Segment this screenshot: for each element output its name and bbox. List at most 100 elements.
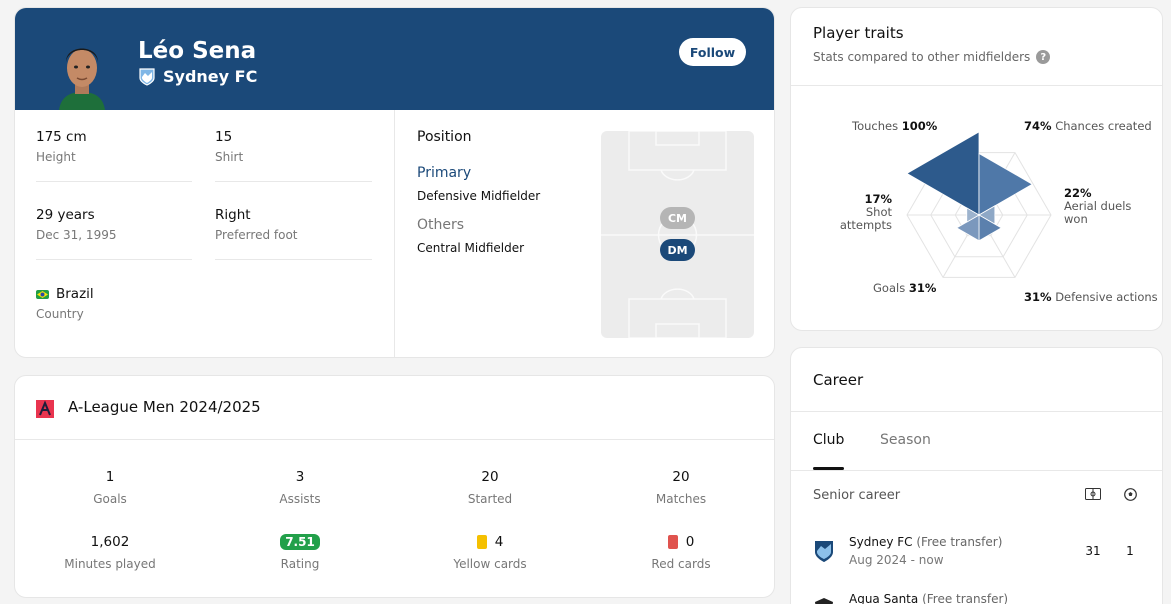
league-stats-card: A-League Men 2024/2025 1 Goals 3 Assists… bbox=[14, 375, 775, 598]
rating-label: Rating bbox=[280, 557, 320, 571]
career-card: Career Club Season Senior career Sydney … bbox=[790, 347, 1163, 604]
traits-radar-chart bbox=[906, 131, 1052, 278]
player-photo bbox=[53, 34, 111, 110]
trait-shots-value: 17% bbox=[864, 192, 892, 206]
country-label: Country bbox=[36, 307, 84, 321]
tab-season[interactable]: Season bbox=[880, 432, 931, 448]
red-cards-label: Red cards bbox=[651, 557, 711, 571]
height-label: Height bbox=[36, 150, 76, 164]
tab-club[interactable]: Club bbox=[813, 432, 844, 448]
primary-label: Primary bbox=[417, 165, 472, 181]
agua-santa-crest-icon bbox=[815, 598, 833, 604]
divider bbox=[15, 439, 774, 440]
matches-value: 20 bbox=[672, 469, 690, 485]
divider bbox=[394, 110, 395, 357]
stat-minutes: 1,602 Minutes played bbox=[40, 533, 180, 571]
shirt-value: 15 bbox=[215, 129, 233, 145]
matches-label: Matches bbox=[655, 492, 707, 506]
trait-touches-name: Touches bbox=[852, 119, 899, 133]
red-cards-value: 0 bbox=[685, 534, 695, 550]
career-club-name: Agua Santa bbox=[849, 592, 919, 604]
stat-assists: 3 Assists bbox=[230, 468, 370, 506]
country-value: Brazil bbox=[56, 286, 94, 302]
trait-chances-name: Chances created bbox=[1055, 119, 1152, 133]
yellow-card-icon bbox=[476, 535, 487, 549]
trait-aerial-value: 22% bbox=[1064, 186, 1092, 200]
career-transfer-note: (Free transfer) bbox=[922, 592, 1009, 604]
trait-defensive-value: 31% bbox=[1024, 290, 1052, 304]
badge-cm-label: CM bbox=[668, 212, 687, 225]
player-name: Léo Sena bbox=[138, 38, 257, 64]
career-row[interactable]: Agua Santa (Free transfer) bbox=[791, 592, 1162, 604]
position-pitch: CM DM bbox=[601, 131, 754, 338]
career-club: Sydney FC (Free transfer) bbox=[849, 535, 1002, 549]
stat-matches: 20 Matches bbox=[611, 468, 751, 506]
trait-goals: Goals 31% bbox=[873, 281, 937, 295]
minutes-value: 1,602 bbox=[90, 534, 130, 550]
career-club: Agua Santa (Free transfer) bbox=[849, 592, 1008, 604]
others-label: Others bbox=[417, 217, 465, 233]
trait-goals-value: 31% bbox=[908, 281, 937, 295]
stat-country: Brazil Country bbox=[36, 286, 94, 321]
follow-button[interactable]: Follow bbox=[679, 38, 746, 66]
career-goals: 1 bbox=[1126, 544, 1134, 558]
assists-label: Assists bbox=[279, 492, 321, 506]
goals-ball-icon bbox=[1124, 488, 1137, 501]
rating-badge: 7.51 bbox=[280, 534, 320, 550]
trait-chances-value: 74% bbox=[1024, 119, 1052, 133]
stat-age: 29 years Dec 31, 1995 bbox=[36, 207, 116, 242]
player-traits-card: Player traits Stats compared to other mi… bbox=[790, 7, 1163, 331]
trait-defensive-name: Defensive actions bbox=[1055, 290, 1158, 304]
trait-aerial-name: Aerial duels won bbox=[1064, 199, 1132, 227]
career-apps: 31 bbox=[1085, 544, 1101, 558]
divider bbox=[36, 181, 192, 182]
club-name: Sydney FC bbox=[163, 67, 258, 86]
career-dates: Aug 2024 - now bbox=[849, 553, 944, 567]
a-league-logo-icon bbox=[36, 400, 54, 418]
stat-red-cards: 0 Red cards bbox=[611, 533, 751, 571]
minutes-label: Minutes played bbox=[64, 557, 156, 571]
appearances-icon bbox=[1085, 488, 1101, 500]
other-position: Central Midfielder bbox=[417, 241, 525, 255]
stat-shirt: 15 Shirt bbox=[215, 129, 243, 164]
shirt-label: Shirt bbox=[215, 150, 244, 164]
trait-defensive: 31% Defensive actions bbox=[1024, 290, 1158, 304]
stat-rating: 7.51 Rating bbox=[230, 533, 370, 571]
trait-chances: 74% Chances created bbox=[1024, 119, 1152, 133]
sydney-fc-crest-icon bbox=[139, 67, 155, 86]
sydney-fc-crest-icon bbox=[815, 541, 833, 562]
height-value: 175 cm bbox=[36, 129, 87, 145]
birthdate-label: Dec 31, 1995 bbox=[36, 228, 117, 242]
stat-height: 175 cm Height bbox=[36, 129, 87, 164]
career-row[interactable]: Sydney FC (Free transfer) Aug 2024 - now… bbox=[791, 535, 1162, 575]
radar-sector-1 bbox=[906, 131, 980, 216]
divider bbox=[791, 470, 1162, 471]
trait-shots-name: Shot attempts bbox=[839, 205, 892, 233]
trait-touches: Touches 100% bbox=[852, 119, 937, 133]
foot-label: Preferred foot bbox=[215, 228, 298, 242]
yellow-cards-label: Yellow cards bbox=[453, 557, 527, 571]
brazil-flag-icon bbox=[36, 289, 49, 299]
league-title[interactable]: A-League Men 2024/2025 bbox=[68, 398, 261, 416]
divider bbox=[215, 259, 372, 260]
stat-foot: Right Preferred foot bbox=[215, 207, 298, 242]
divider bbox=[215, 181, 372, 182]
trait-aerial: 22% Aerial duels won bbox=[1064, 186, 1154, 227]
divider bbox=[36, 259, 192, 260]
goals-value: 1 bbox=[105, 469, 115, 485]
age-value: 29 years bbox=[36, 207, 95, 223]
badge-dm-label: DM bbox=[667, 244, 687, 257]
divider bbox=[791, 411, 1162, 412]
started-label: Started bbox=[467, 492, 513, 506]
goals-label: Goals bbox=[93, 492, 127, 506]
player-club[interactable]: Sydney FC bbox=[139, 67, 257, 86]
radar-sector-2 bbox=[978, 152, 1034, 216]
yellow-cards-value: 4 bbox=[494, 534, 504, 550]
red-card-icon bbox=[667, 535, 678, 549]
career-club-name: Sydney FC bbox=[849, 535, 913, 549]
primary-position: Defensive Midfielder bbox=[417, 189, 541, 203]
trait-shots: 17% Shot attempts bbox=[813, 192, 892, 233]
stat-goals: 1 Goals bbox=[40, 468, 180, 506]
assists-value: 3 bbox=[295, 469, 305, 485]
career-transfer-note: (Free transfer) bbox=[916, 535, 1003, 549]
